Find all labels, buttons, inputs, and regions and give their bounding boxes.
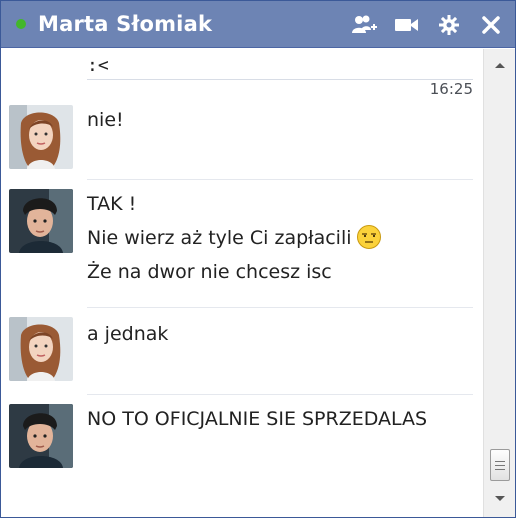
- avatar-marta[interactable]: [9, 317, 73, 381]
- timestamp-divider: [87, 79, 473, 80]
- chat-title[interactable]: Marta Słomiak: [38, 12, 212, 36]
- message-text: NO TO OFICJALNIE SIE SPRZEDALAS: [87, 408, 428, 430]
- unamused-face-icon: [356, 224, 382, 250]
- message-timestamp: 16:25: [429, 80, 473, 98]
- message-divider: [87, 394, 473, 395]
- message-text: a jednak: [87, 323, 169, 345]
- avatar-me[interactable]: [9, 404, 73, 468]
- message-lines: nie!: [87, 103, 124, 137]
- online-status-dot: [16, 19, 26, 29]
- message-lines: TAK ! Nie wierz aż tyle Ci zapłacili Że …: [87, 187, 382, 289]
- message-lines: NO TO OFICJALNIE SIE SPRZEDALAS: [87, 402, 427, 436]
- chat-window: Marta Słomiak:< 16:25 nie! TAK ! Nie wi…: [0, 0, 516, 518]
- message-list[interactable]: :< 16:25 nie! TAK ! Nie wierz aż tyle Ci…: [1, 49, 483, 517]
- close-icon[interactable]: [477, 11, 505, 39]
- message-divider: [87, 179, 473, 180]
- add-friend-icon[interactable]: [351, 11, 379, 39]
- grip-icon: [495, 464, 505, 466]
- vertical-scrollbar[interactable]: [483, 49, 515, 517]
- scroll-up-arrow-icon[interactable]: [484, 55, 515, 75]
- message-text: TAK !: [87, 193, 137, 215]
- video-call-icon[interactable]: [393, 11, 421, 39]
- grip-icon: [495, 468, 505, 470]
- gear-icon[interactable]: [435, 11, 463, 39]
- title-actions: [351, 1, 505, 48]
- message-text: nie!: [87, 109, 124, 131]
- message-text: Nie wierz aż tyle Ci zapłacili: [87, 227, 352, 249]
- grip-icon: [495, 460, 505, 462]
- avatar-me[interactable]: [9, 189, 73, 253]
- message-text: :<: [87, 55, 109, 76]
- chat-titlebar[interactable]: Marta Słomiak: [1, 1, 515, 48]
- scroll-down-arrow-icon[interactable]: [484, 489, 515, 509]
- avatar-marta[interactable]: [9, 105, 73, 169]
- message-text-with-emoji: Nie wierz aż tyle Ci zapłacili: [87, 221, 382, 255]
- message-divider: [87, 307, 473, 308]
- scrollbar-thumb[interactable]: [490, 449, 510, 481]
- message-text: Że na dwor nie chcesz isc: [87, 261, 332, 283]
- message-lines: a jednak: [87, 317, 168, 351]
